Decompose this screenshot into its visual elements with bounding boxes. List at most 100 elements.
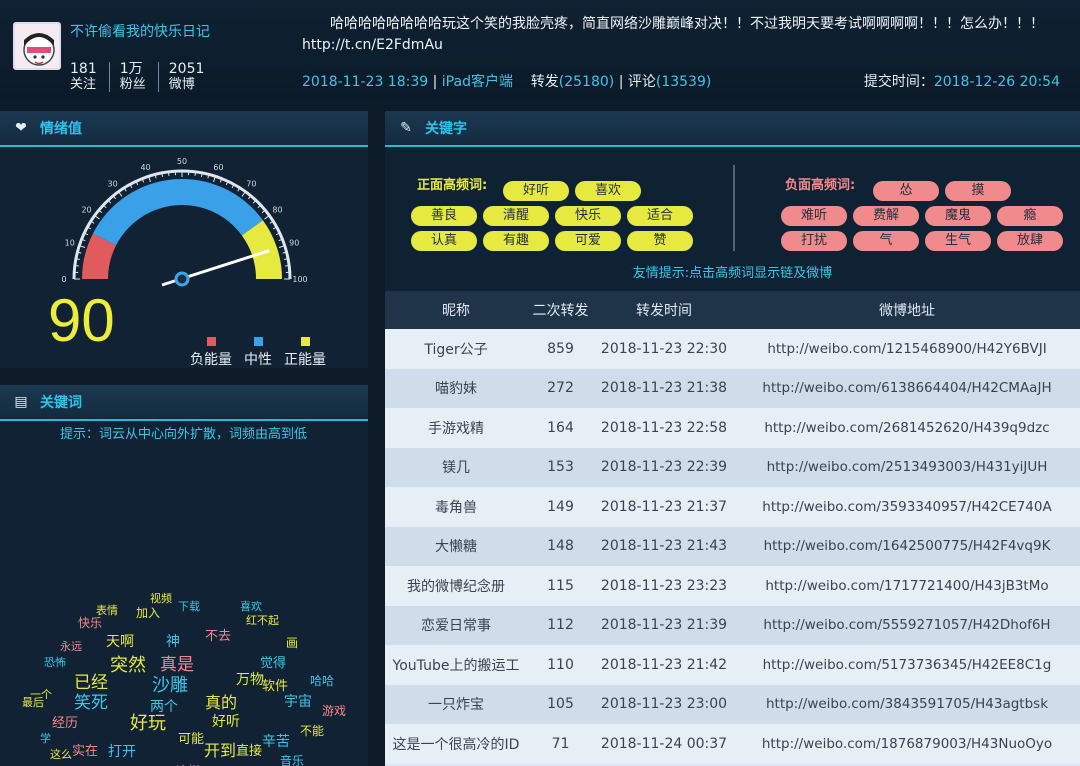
keyword-pill-positive[interactable]: 善良	[411, 206, 477, 226]
cloud-word[interactable]: 喜欢	[240, 601, 262, 612]
cloud-word[interactable]: 红不起	[246, 615, 279, 626]
cell-url[interactable]: http://weibo.com/5173736345/H42EE8C1g	[734, 657, 1080, 673]
cell-url[interactable]: http://weibo.com/3593340957/H42CE740A	[734, 499, 1080, 515]
stat-posts[interactable]: 2051 微博	[169, 62, 217, 93]
cell-reposts: 110	[547, 656, 574, 673]
cloud-word[interactable]: 不去	[205, 630, 231, 643]
cloud-word[interactable]: 打开	[108, 745, 136, 759]
keyword-pill-positive[interactable]: 赞	[627, 231, 693, 251]
table-row[interactable]: Tiger公子 859 2018-11-23 22:30 http://weibo.c…	[385, 329, 1080, 369]
cloud-word[interactable]: 不能	[300, 725, 324, 737]
keyword-pill-positive[interactable]: 快乐	[555, 206, 621, 226]
cloud-word[interactable]: 天啊	[106, 635, 134, 649]
cell-url[interactable]: http://weibo.com/1876879003/H43NuoOyo	[734, 736, 1080, 752]
cloud-word[interactable]: 哈哈	[310, 675, 334, 687]
table-row[interactable]: YouTube上的搬运工 110 2018-11-23 21:42 http://we…	[385, 645, 1080, 685]
cloud-word[interactable]: 学	[40, 733, 51, 744]
cloud-word[interactable]: 实在	[72, 745, 98, 758]
legend-swatch	[300, 337, 310, 346]
keyword-pill-positive[interactable]: 认真	[411, 231, 477, 251]
cloud-word[interactable]: 笑死	[74, 695, 108, 712]
cloud-word[interactable]: 觉得	[260, 657, 286, 670]
table-row[interactable]: 大懒糖 148 2018-11-23 21:43 http://weibo.com/1…	[385, 526, 1080, 566]
cell-reposts: 153	[547, 459, 574, 476]
cloud-word[interactable]: 真的	[205, 695, 237, 711]
column-header-reposts[interactable]: 二次转发	[527, 300, 594, 320]
keyword-pill-negative[interactable]: 生气	[925, 231, 991, 251]
cloud-word[interactable]: 下载	[178, 601, 200, 612]
keyword-pill-positive[interactable]: 喜欢	[575, 181, 641, 201]
keyword-pill-positive[interactable]: 好听	[503, 181, 569, 201]
cloud-word[interactable]: 沙雕	[152, 677, 188, 695]
gauge-tick	[167, 171, 170, 176]
repost-count[interactable]: (25180)	[559, 74, 614, 90]
cloud-word[interactable]: 永远	[60, 641, 82, 652]
cell-url[interactable]: http://weibo.com/2513493003/H431yiJUH	[734, 459, 1080, 475]
panel-title: 关键字	[425, 121, 467, 137]
table-row[interactable]: 喵豹妹 272 2018-11-23 21:38 http://weibo.com/6…	[385, 368, 1080, 408]
cloud-word[interactable]: 神	[166, 635, 180, 649]
cloud-word[interactable]: 游戏	[322, 705, 346, 717]
cloud-word[interactable]: 恐怖	[44, 657, 66, 668]
cloud-word[interactable]: 这么	[50, 749, 72, 760]
cloud-word[interactable]: 好玩	[130, 715, 166, 733]
cloud-word[interactable]: 画	[286, 637, 298, 649]
cloud-word[interactable]: 可能	[178, 733, 204, 746]
avatar[interactable]	[13, 22, 61, 70]
cell-time: 2018-11-23 22:58	[600, 419, 728, 436]
table-row[interactable]: 镁几 153 2018-11-23 22:39 http://weibo.com/25…	[385, 447, 1080, 487]
cell-url[interactable]: http://weibo.com/5559271057/H42Dhof6H	[734, 617, 1080, 633]
cell-url[interactable]: http://weibo.com/2681452620/H439q9dzc	[734, 420, 1080, 436]
cloud-word[interactable]: 已经	[74, 675, 108, 692]
keyword-pill-positive[interactable]: 有趣	[483, 231, 549, 251]
table-row[interactable]: 这是一个很高冷的ID 71 2018-11-24 00:37 http://weibo…	[385, 724, 1080, 764]
cloud-word[interactable]: 快乐	[78, 617, 102, 629]
keyword-pill-positive[interactable]: 可爱	[555, 231, 621, 251]
cloud-word[interactable]: 宇宙	[284, 695, 312, 709]
cloud-word[interactable]: 辛苦	[262, 735, 290, 749]
cloud-word[interactable]: 视频	[150, 593, 172, 604]
keyword-pill-negative[interactable]: 打扰	[781, 231, 847, 251]
keyword-pill-negative[interactable]: 难听	[781, 206, 847, 226]
cloud-word[interactable]: 音乐	[280, 755, 304, 766]
cloud-word[interactable]: 万物	[236, 673, 264, 687]
table-row[interactable]: 一只炸宝 105 2018-11-23 23:00 http://weibo.com/…	[385, 684, 1080, 724]
cloud-word[interactable]: 表情	[96, 605, 118, 616]
keyword-pill-positive[interactable]: 适合	[627, 206, 693, 226]
cell-url[interactable]: http://weibo.com/1215468900/H42Y6BVJI	[734, 341, 1080, 357]
cell-url[interactable]: http://weibo.com/3843591705/H43agtbsk	[734, 696, 1080, 712]
cloud-word[interactable]: 经历	[52, 717, 78, 730]
column-header-nickname[interactable]: 昵称	[385, 300, 527, 320]
cloud-word[interactable]: 软件	[262, 680, 288, 693]
keyword-pill-negative[interactable]: 费解	[853, 206, 919, 226]
cloud-word[interactable]: 突然	[110, 657, 146, 675]
cell-url[interactable]: http://weibo.com/1717721400/H43jB3tMo	[734, 578, 1080, 594]
cloud-word[interactable]: 真是	[160, 657, 194, 674]
table-row[interactable]: 我的微博纪念册 115 2018-11-23 23:23 http://weibo.c…	[385, 566, 1080, 606]
keyword-pill-negative[interactable]: 气	[853, 231, 919, 251]
username[interactable]: 不许偷看我的快乐日记	[70, 24, 220, 40]
keyword-pill-negative[interactable]: 放肆	[997, 231, 1063, 251]
cloud-word[interactable]: 开到	[204, 743, 236, 759]
comment-count[interactable]: (13539)	[656, 74, 711, 90]
table-row[interactable]: 恋爱日常事 112 2018-11-23 21:39 http://weibo.com…	[385, 605, 1080, 645]
table-row[interactable]: 毒角兽 149 2018-11-23 21:37 http://weibo.com/3…	[385, 487, 1080, 527]
cloud-word[interactable]: 加入	[136, 607, 160, 619]
keyword-pill-positive[interactable]: 清醒	[483, 206, 549, 226]
keyword-pill-negative[interactable]: 魔鬼	[925, 206, 991, 226]
keyword-pill-negative[interactable]: 摸	[945, 181, 1011, 201]
stat-following[interactable]: 181 关注	[70, 62, 110, 92]
cloud-word[interactable]: 好听	[212, 715, 240, 729]
column-header-time[interactable]: 转发时间	[594, 300, 734, 320]
cell-url[interactable]: http://weibo.com/1642500775/H42F4vq9K	[734, 538, 1080, 554]
table-row[interactable]: 手游戏精 164 2018-11-23 22:58 http://weibo.com/…	[385, 408, 1080, 448]
gauge-pivot	[174, 271, 190, 287]
stat-followers[interactable]: 1万 粉丝	[120, 62, 159, 92]
cloud-word[interactable]: 最后	[22, 697, 44, 708]
column-header-url[interactable]: 微博地址	[734, 300, 1080, 320]
keyword-pill-negative[interactable]: 瘾	[997, 206, 1063, 226]
keyword-pill-negative[interactable]: 怂	[873, 181, 939, 201]
cloud-word[interactable]: 两个	[150, 700, 178, 714]
cell-url[interactable]: http://weibo.com/6138664404/H42CMAaJH	[734, 380, 1080, 396]
cloud-word[interactable]: 直接	[236, 745, 262, 758]
